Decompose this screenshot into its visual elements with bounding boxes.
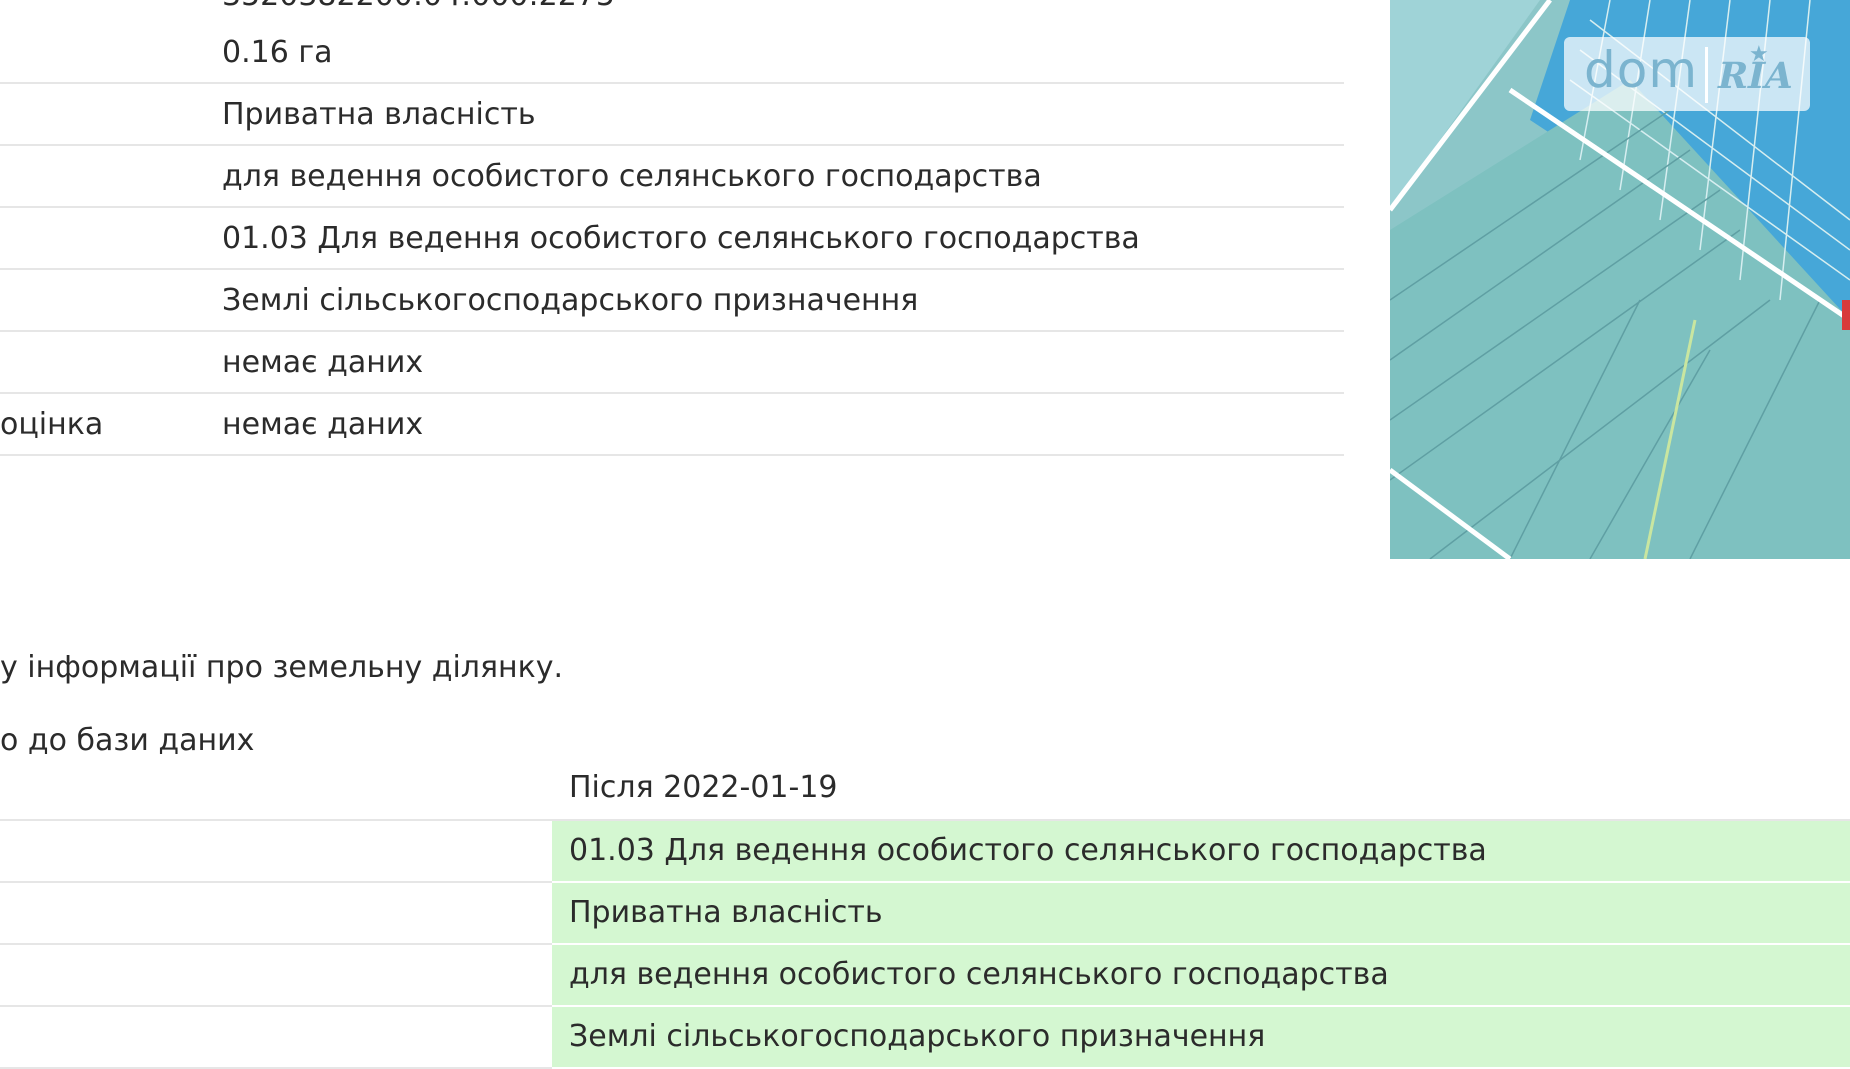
after-cell: Землі сільськогосподарського призначення xyxy=(552,1007,1850,1069)
after-date-header: Після 2022-01-19 xyxy=(569,770,838,805)
after-cell: Приватна власність xyxy=(552,883,1850,945)
purpose-code-value: 01.03 Для ведення особистого селянського… xyxy=(222,221,1140,256)
comparison-row: Землі сільськогосподарського призначення xyxy=(0,1007,1850,1069)
domria-logo: dom ★ RIA xyxy=(1564,37,1810,111)
info-row-ownership: Приватна власність xyxy=(0,85,1344,146)
after-cell: 01.03 Для ведення особистого селянського… xyxy=(552,821,1850,883)
info-row-purpose: для ведення особистого селянського госпо… xyxy=(0,147,1344,208)
database-changes-caption: о до бази даних xyxy=(0,723,255,758)
purpose-value: для ведення особистого селянського госпо… xyxy=(222,159,1042,194)
before-cell xyxy=(0,1007,552,1069)
before-cell xyxy=(0,945,552,1007)
cadastral-number-value: 3520382200:04:000:2275 xyxy=(222,0,615,13)
after-value: Приватна власність xyxy=(569,895,883,930)
logo-ria-text: RIA xyxy=(1713,55,1798,97)
land-category-value: Землі сільськогосподарського призначення xyxy=(222,283,919,318)
after-value: 01.03 Для ведення особистого селянського… xyxy=(569,833,1487,868)
comparison-row: Приватна власність xyxy=(0,883,1850,945)
valuation-label: оцінка xyxy=(0,407,104,442)
info-row-purpose-code: 01.03 Для ведення особистого селянського… xyxy=(0,209,1344,270)
comparison-row: 01.03 Для ведення особистого селянського… xyxy=(0,821,1850,883)
logo-dom-text: dom xyxy=(1584,41,1699,99)
info-row-valuation: оцінка немає даних xyxy=(0,395,1344,456)
logo-divider xyxy=(1705,47,1708,103)
info-row-no-data: немає даних xyxy=(0,333,1344,394)
before-cell xyxy=(0,883,552,945)
no-data-value: немає даних xyxy=(222,345,424,380)
after-value: для ведення особистого селянського госпо… xyxy=(569,957,1389,992)
ownership-value: Приватна власність xyxy=(222,97,536,132)
area-value: 0.16 га xyxy=(222,35,333,70)
info-row-area: 0.16 га xyxy=(0,23,1344,84)
after-value: Землі сільськогосподарського призначення xyxy=(569,1019,1266,1054)
parcel-info-notice: у інформації про земельну ділянку. xyxy=(0,650,564,685)
after-cell: для ведення особистого селянського госпо… xyxy=(552,945,1850,1007)
info-row-land-category: Землі сільськогосподарського призначення xyxy=(0,271,1344,332)
before-cell xyxy=(0,821,552,883)
valuation-value: немає даних xyxy=(222,407,424,442)
comparison-row: для ведення особистого селянського госпо… xyxy=(0,945,1850,1007)
